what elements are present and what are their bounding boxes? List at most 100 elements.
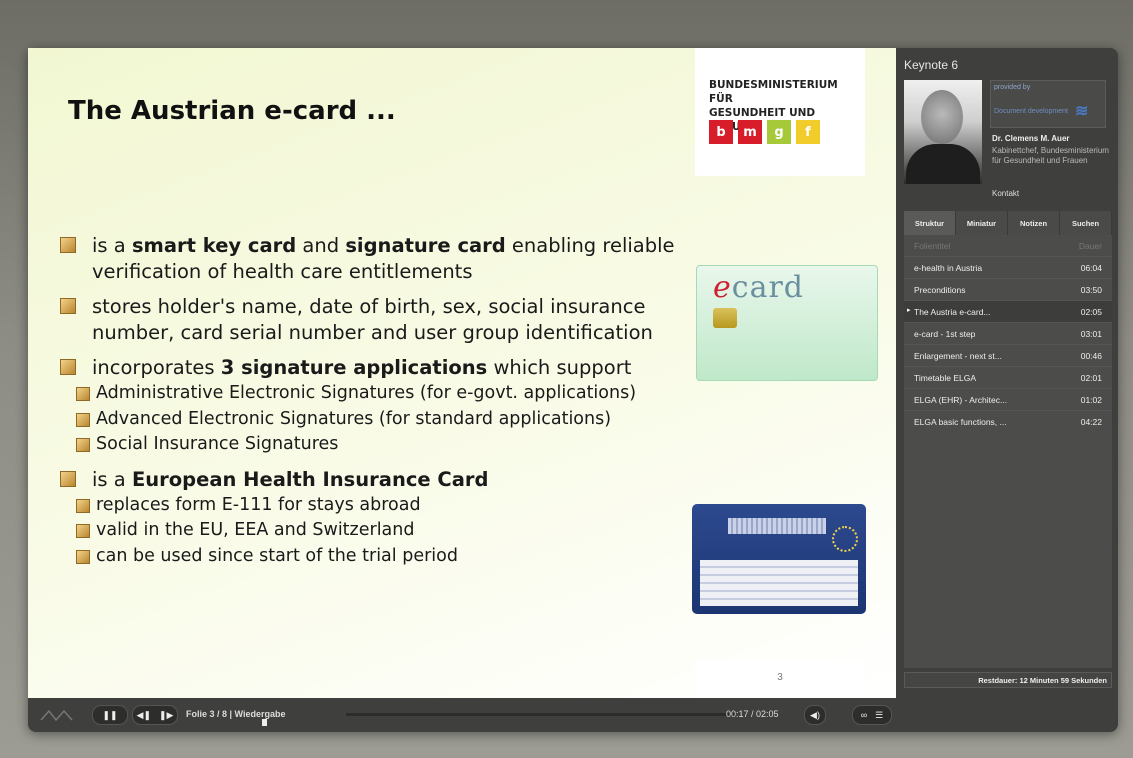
bullet-text-bold: signature card <box>345 234 506 257</box>
provider-logo-icon: ≋ <box>1075 103 1089 120</box>
slide-list-duration: 03:01 <box>1080 329 1102 339</box>
volume-button[interactable]: ◀) <box>804 705 826 725</box>
bullet-marker-icon <box>76 549 90 564</box>
slide-list-row[interactable]: Timetable ELGA 02:01 <box>904 367 1112 389</box>
slide-list-duration: 02:05 <box>1080 307 1102 317</box>
control-bar: ❚❚ ◀❚ ❚▶ Folie 3 / 8 | Wiedergabe 00:17 … <box>28 700 896 728</box>
ministry-name-line1: BUNDESMINISTERIUM FÜR <box>709 79 838 105</box>
bullet-marker-icon <box>60 298 76 314</box>
next-icon[interactable]: ❚▶ <box>159 710 173 721</box>
slide-info: Folie 3 / 8 | Wiedergabe <box>186 709 286 719</box>
speaker-role: Kabinettchef, Bundesministerium für Gesu… <box>992 146 1109 165</box>
logo-letter-b: b <box>709 120 733 144</box>
slide: The Austrian e-card ... BUNDESMINISTERIU… <box>28 48 896 698</box>
provider-label: provided by <box>994 84 1031 91</box>
slide-list-duration: 04:22 <box>1080 417 1102 427</box>
sub-bullet-list: Administrative Electronic Signatures (fo… <box>58 381 698 458</box>
bullet-text: is a <box>92 234 132 257</box>
eu-stars-icon <box>832 526 858 552</box>
ehic-fields <box>700 560 858 606</box>
speaker-head <box>921 90 963 144</box>
bullet-item: is a smart key card and signature card e… <box>58 233 698 285</box>
slide-list-row[interactable]: e-health in Austria 06:04 <box>904 257 1112 279</box>
slide-list-title: Preconditions <box>914 285 966 295</box>
bullet-marker-icon <box>76 524 90 538</box>
ecard-logo-rest: card <box>731 270 804 305</box>
bullet-marker-icon <box>60 359 76 375</box>
slide-list-duration: 06:04 <box>1080 263 1102 273</box>
header-time: Dauer <box>1078 241 1102 251</box>
ministry-logo-letters: bmgf <box>709 120 820 144</box>
slide-list-row[interactable]: ▸ The Austria e-card... 02:05 <box>904 301 1112 323</box>
link-menu-buttons[interactable]: ∞ ☰ <box>852 705 892 725</box>
bullet-text: and <box>296 234 346 257</box>
slide-list-duration: 00:46 <box>1080 351 1102 361</box>
volume-icon: ◀) <box>810 709 820 720</box>
logo-letter-m: m <box>738 120 762 144</box>
time-display: 00:17 / 02:05 <box>726 709 779 719</box>
link-icon[interactable]: ∞ <box>861 710 867 720</box>
bullet-text-bold: 3 signature applications <box>220 356 488 379</box>
slide-list-title: e-card - 1st step <box>914 329 976 339</box>
slide-list: Folientitel Dauer e-health in Austria 06:… <box>904 235 1112 433</box>
slide-list-row[interactable]: Preconditions 03:50 <box>904 279 1112 301</box>
logo-letter-g: g <box>767 120 791 144</box>
tab-suchen[interactable]: Suchen <box>1060 211 1112 235</box>
slide-list-title: ELGA (EHR) - Architec... <box>914 395 1008 405</box>
menu-icon[interactable]: ☰ <box>875 710 883 721</box>
page-number: 3 <box>777 672 783 683</box>
header-title: Folientitel <box>914 241 951 251</box>
sub-bullet-text: replaces form E-111 for stays abroad <box>96 494 421 515</box>
seek-track[interactable] <box>346 713 736 716</box>
pause-button[interactable]: ❚❚ <box>92 705 128 725</box>
sub-bullet-text: valid in the EU, EEA and Switzerland <box>96 520 415 540</box>
slide-list-row[interactable]: ELGA (EHR) - Architec... 01:02 <box>904 389 1112 411</box>
bullet-text: incorporates <box>92 356 221 379</box>
provider-box[interactable]: provided by Document development ≋ <box>990 80 1106 128</box>
bullet-marker-icon <box>76 387 90 401</box>
sub-bullet-text: Social Insurance Signatures <box>96 434 339 454</box>
bullet-item: stores holder's name, date of birth, sex… <box>58 294 698 346</box>
slide-list-row[interactable]: e-card - 1st step 03:01 <box>904 323 1112 345</box>
sub-bullet-item: replaces form E-111 for stays abroad <box>58 493 698 519</box>
bullet-text: is a <box>92 467 132 491</box>
slide-list-title: ELGA basic functions, ... <box>914 417 1007 427</box>
slide-list-row[interactable]: Enlargement - next st... 00:46 <box>904 345 1112 367</box>
provider-name: Document development <box>994 108 1068 115</box>
seek-handle[interactable] <box>262 719 267 726</box>
sub-bullet-text: Advanced Electronic Signatures (for stan… <box>96 408 612 429</box>
pause-icon: ❚❚ <box>102 709 118 720</box>
tab-notizen[interactable]: Notizen <box>1008 211 1060 235</box>
ehic-strip <box>728 518 826 534</box>
bullet-text-bold: European Health Insurance Card <box>131 467 489 491</box>
sidebar: Keynote 6 provided by Document developme… <box>898 48 1118 732</box>
slide-list-row[interactable]: ELGA basic functions, ... 04:22 <box>904 411 1112 433</box>
page-number-box: 3 <box>695 660 865 698</box>
mediasite-logo-icon <box>40 709 73 722</box>
bullet-marker-icon <box>76 438 90 452</box>
slide-list-duration: 01:02 <box>1080 395 1102 405</box>
ecard-image: ecard <box>696 265 878 381</box>
bullet-marker-icon <box>76 498 90 513</box>
current-slide-icon: ▸ <box>907 307 911 314</box>
bullet-text: stores holder's name, date of birth, sex… <box>92 295 653 344</box>
speaker-name: Dr. Clemens M. Auer <box>992 134 1070 143</box>
ehic-card-image <box>692 504 866 614</box>
tab-miniatur[interactable]: Miniatur <box>956 211 1008 235</box>
speaker-photo <box>904 80 982 184</box>
sub-bullet-item: Social Insurance Signatures <box>58 432 698 458</box>
sub-bullet-item: Administrative Electronic Signatures (fo… <box>58 381 698 407</box>
sub-bullet-item: valid in the EU, EEA and Switzerland <box>58 518 698 544</box>
ecard-logo-e: e <box>713 270 732 305</box>
bullet-list: is a smart key card and signature card e… <box>58 233 698 578</box>
prev-next-buttons[interactable]: ◀❚ ❚▶ <box>132 705 178 725</box>
prev-icon[interactable]: ◀❚ <box>137 710 151 721</box>
sub-bullet-list: replaces form E-111 for stays abroad vali… <box>58 493 698 570</box>
bullet-marker-icon <box>60 470 76 487</box>
bullet-item: is a European Health Insurance Card <box>58 467 698 493</box>
sidebar-title: Keynote 6 <box>904 58 959 72</box>
contact-link[interactable]: Kontakt <box>992 189 1019 198</box>
tab-struktur[interactable]: Struktur <box>904 211 956 235</box>
bullet-item: incorporates 3 signature applications wh… <box>58 355 698 381</box>
list-header: Folientitel Dauer <box>904 235 1112 257</box>
